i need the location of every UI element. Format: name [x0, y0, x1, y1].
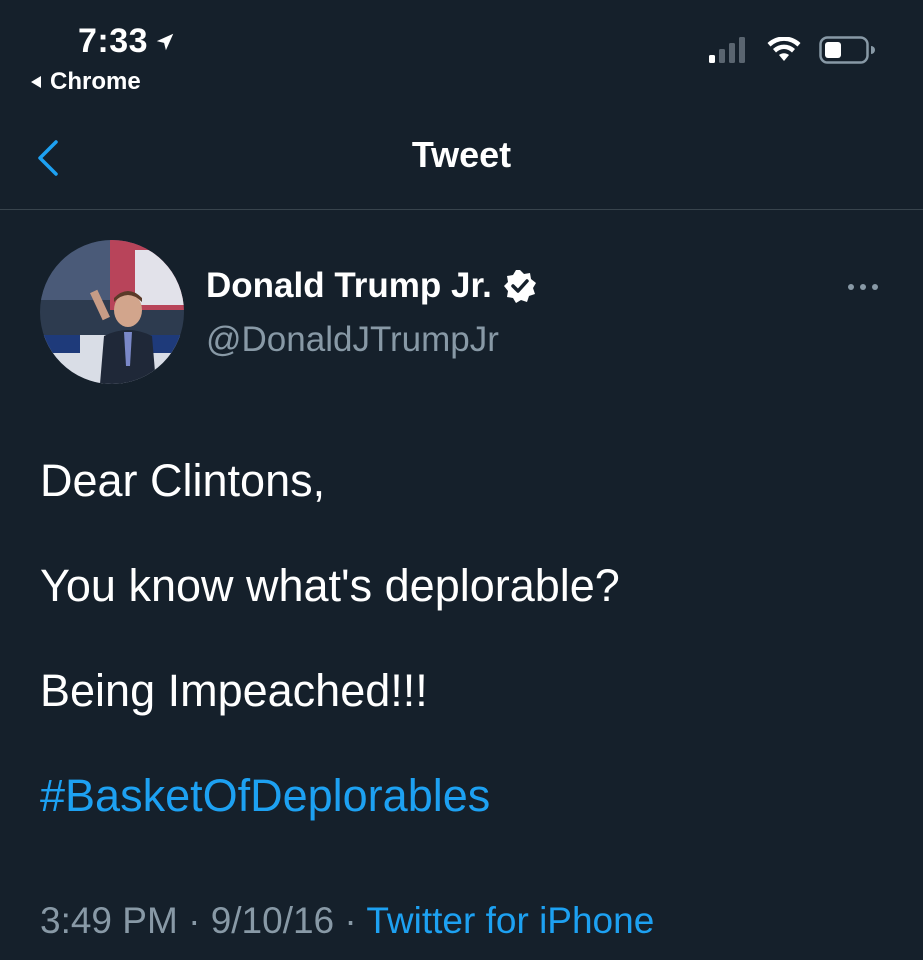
avatar[interactable] — [40, 240, 184, 384]
location-arrow-icon — [156, 33, 174, 50]
tweet-text-line: Being Impeached!!! — [40, 665, 428, 716]
verified-badge-icon — [503, 270, 536, 303]
header-divider — [0, 209, 923, 210]
status-time-text: 7:33 — [78, 22, 149, 60]
tweet-text-line: You know what's deplorable? — [40, 560, 620, 611]
tweet-source-link[interactable]: Twitter for iPhone — [366, 900, 654, 941]
author-name-text: Donald Trump Jr. — [206, 266, 492, 305]
avatar-image — [40, 240, 184, 384]
tweet-date: 9/10/16 — [210, 900, 335, 941]
wifi-icon — [767, 37, 801, 61]
status-time: 7:33 — [78, 22, 176, 61]
cellular-signal-icon — [709, 37, 745, 63]
meta-separator: · — [188, 900, 201, 941]
author-handle[interactable]: @DonaldJTrumpJr — [206, 320, 499, 360]
tweet-screen: 7:33 Chrome Tweet Donald Trump Jr. @Dona… — [0, 0, 923, 960]
back-app-label: Chrome — [50, 68, 141, 95]
tweet-time: 3:49 PM — [40, 900, 178, 941]
back-triangle-icon — [31, 76, 41, 88]
more-horizontal-icon[interactable] — [845, 272, 881, 302]
hashtag-link[interactable]: #BasketOfDeplorables — [40, 770, 490, 822]
author-name[interactable]: Donald Trump Jr. — [206, 266, 538, 306]
page-title: Tweet — [411, 134, 512, 175]
battery-icon — [819, 36, 875, 64]
back-to-app-button[interactable]: Chrome — [28, 68, 141, 96]
meta-separator: · — [344, 900, 357, 941]
status-icons — [709, 36, 875, 64]
tweet-text-line: Dear Clintons, — [40, 455, 326, 506]
tweet-meta: 3:49 PM · 9/10/16 · Twitter for iPhone — [40, 900, 654, 942]
